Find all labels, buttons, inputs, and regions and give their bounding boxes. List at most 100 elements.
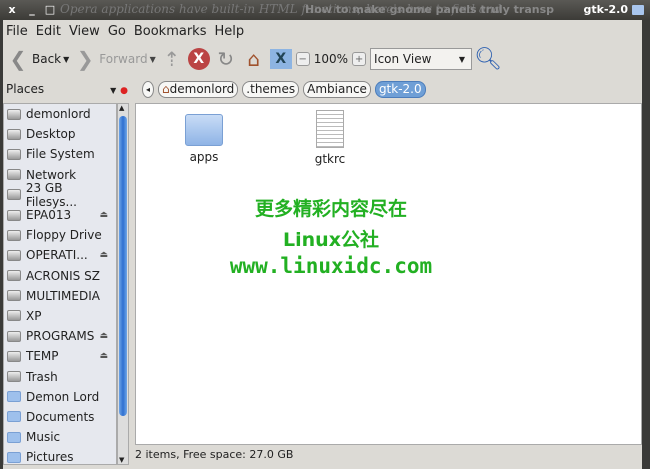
sidebar-item-label: XP: [26, 308, 42, 323]
back-arrow-icon: ❮: [9, 47, 27, 71]
breadcrumb-gtk2[interactable]: gtk-2.0: [374, 80, 426, 98]
sidebar-item[interactable]: Floppy Drive: [4, 225, 116, 245]
watermark-line: Linux公社: [283, 229, 379, 251]
sidebar-item[interactable]: TEMP ⏏: [4, 346, 116, 366]
places-label: Places: [6, 82, 45, 96]
up-arrow-icon[interactable]: ⇡: [160, 47, 184, 71]
breadcrumb-left-icon[interactable]: ◂: [142, 80, 155, 98]
search-icon[interactable]: 🔍︎: [474, 47, 502, 72]
location-bar: Places ▼ ● ◂ ⌂demonlord .themes Ambiance …: [3, 76, 642, 102]
drive-icon: [7, 290, 21, 302]
sidebar-item-label: Pictures: [26, 450, 74, 465]
menu-view[interactable]: View: [69, 24, 100, 39]
sidebar-item[interactable]: 23 GB Filesys...: [4, 181, 116, 209]
forward-button[interactable]: ❯ Forward ▼: [73, 47, 156, 71]
sidebar-item-label: EPA013: [26, 208, 72, 223]
sidebar-scrollbar[interactable]: ▲ ▼: [117, 103, 129, 465]
folder-icon: [7, 451, 21, 463]
watermark-line: www.linuxidc.com: [229, 254, 433, 278]
window-title: gtk-2.0: [583, 3, 629, 16]
scroll-up-icon[interactable]: ▲: [119, 104, 124, 112]
drive-icon: [7, 310, 21, 322]
chevron-down-icon: ▼: [458, 54, 466, 64]
sidebar-item[interactable]: Desktop: [4, 124, 116, 144]
drive-icon: [7, 189, 21, 201]
zoom-out-icon[interactable]: −: [295, 52, 310, 66]
network-icon: [7, 169, 21, 181]
sidebar-item-label: File System: [26, 147, 95, 162]
sidebar-item[interactable]: Trash: [4, 366, 116, 386]
sidebar-item-label: TEMP: [26, 349, 59, 364]
sidebar-item-label: ACRONIS SZ: [26, 268, 100, 283]
sidebar-item[interactable]: Demon Lord: [4, 387, 116, 407]
scrollbar-thumb[interactable]: [119, 116, 127, 416]
sidebar-item[interactable]: MULTIMEDIA: [4, 286, 116, 306]
computer-icon[interactable]: X: [269, 49, 292, 69]
file-item-gtkrc[interactable]: gtkrc: [290, 110, 370, 166]
sidebar-item[interactable]: Music: [4, 427, 116, 447]
places-selector[interactable]: Places ▼ ●: [6, 82, 134, 96]
cd-icon: [7, 209, 21, 221]
forward-arrow-icon: ❯: [76, 47, 94, 71]
sidebar-item-label: MULTIMEDIA: [26, 288, 100, 303]
breadcrumb-themes[interactable]: .themes: [242, 80, 300, 98]
chevron-down-icon[interactable]: ▼: [63, 55, 69, 64]
drive-icon: [7, 330, 21, 342]
zoom-in-icon[interactable]: +: [352, 52, 367, 66]
breadcrumb-ambiance[interactable]: Ambiance: [303, 80, 371, 98]
sidebar-item[interactable]: File System: [4, 144, 116, 164]
sidebar-item-label: PROGRAMS: [26, 329, 95, 344]
scroll-down-icon[interactable]: ▼: [119, 456, 124, 464]
sidebar-item[interactable]: demonlord: [4, 104, 116, 124]
watermark: 更多精彩内容尽在 Linux公社 www.linuxidc.com: [206, 194, 456, 278]
menu-bar: File Edit View Go Bookmarks Help: [3, 20, 642, 42]
menu-help[interactable]: Help: [214, 24, 244, 39]
breadcrumb-demonlord[interactable]: ⌂demonlord: [158, 80, 239, 98]
eject-icon[interactable]: ⏏: [99, 331, 108, 341]
close-button[interactable]: x: [4, 3, 20, 17]
file-item-apps[interactable]: apps: [164, 114, 244, 164]
folder-icon: [185, 114, 223, 146]
toolbar: ❮ Back ▼ ❯ Forward ▼ ⇡ X ↻ ⌂ X − 100% + Icon…: [3, 42, 642, 76]
eject-icon[interactable]: ⏏: [99, 351, 108, 361]
sidebar-item-label: Network: [26, 167, 77, 182]
drive-icon: [7, 148, 21, 160]
home-icon: [7, 108, 21, 120]
sidebar-item-label: Documents: [26, 409, 95, 424]
file-name: gtkrc: [314, 152, 346, 166]
sidebar-item[interactable]: OPERATI... ⏏: [4, 245, 116, 265]
eject-icon[interactable]: ⏏: [99, 210, 108, 220]
status-bar: 2 items, Free space: 27.0 GB: [135, 448, 294, 461]
file-view: apps gtkrc 更多精彩内容尽在 Linux公社 www.linuxidc…: [135, 103, 642, 445]
watermark-line: 更多精彩内容尽在: [254, 198, 407, 220]
stop-icon[interactable]: X: [187, 48, 210, 70]
menu-edit[interactable]: Edit: [36, 24, 61, 39]
folder-icon: [7, 391, 21, 403]
text-file-icon: [316, 110, 344, 148]
folder-icon: [632, 5, 644, 15]
sidebar-item[interactable]: XP: [4, 306, 116, 326]
back-button[interactable]: ❮ Back ▼: [6, 47, 70, 71]
desktop-icon: [7, 128, 21, 140]
close-sidebar-icon[interactable]: ●: [120, 86, 128, 96]
minimize-button[interactable]: _: [24, 3, 40, 17]
maximize-button[interactable]: □: [42, 3, 58, 17]
view-select[interactable]: Icon View ▼: [370, 48, 473, 70]
zoom-level: 100%: [313, 52, 349, 66]
sidebar-item[interactable]: PROGRAMS ⏏: [4, 326, 116, 346]
chevron-down-icon[interactable]: ▼: [150, 55, 156, 64]
home-icon[interactable]: ⌂: [242, 47, 266, 71]
eject-icon[interactable]: ⏏: [99, 250, 108, 260]
sidebar-item[interactable]: EPA013 ⏏: [4, 205, 116, 225]
sidebar-item-label: Desktop: [26, 127, 76, 142]
drive-icon: [7, 270, 21, 282]
reload-icon[interactable]: ↻: [214, 47, 238, 71]
menu-file[interactable]: File: [6, 24, 28, 39]
sidebar-item-label: Trash: [26, 369, 58, 384]
sidebar-item[interactable]: ACRONIS SZ: [4, 266, 116, 286]
menu-bookmarks[interactable]: Bookmarks: [134, 24, 207, 39]
sidebar-item[interactable]: Documents: [4, 407, 116, 427]
menu-go[interactable]: Go: [108, 24, 126, 39]
sidebar-item[interactable]: Pictures: [4, 447, 116, 465]
places-sidebar: demonlord Desktop File System Network 23 GB …: [3, 103, 117, 465]
